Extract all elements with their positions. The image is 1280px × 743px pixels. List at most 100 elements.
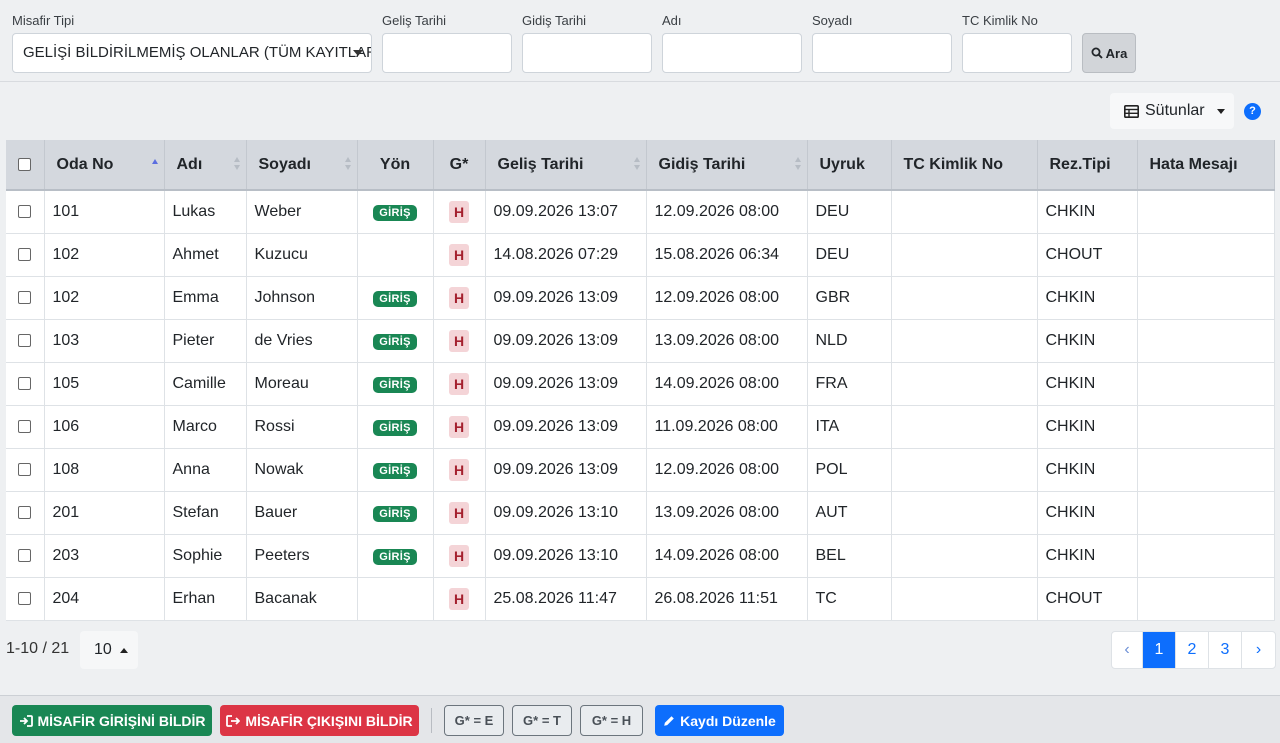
tc-no-cell bbox=[891, 319, 1038, 363]
g-badge: H bbox=[449, 372, 469, 395]
table-row[interactable]: 105 Camille Moreau GİRİŞ H 09.09.2026 13:09 14… bbox=[6, 362, 1275, 406]
tc-no-cell bbox=[891, 405, 1038, 449]
header-room-no[interactable]: Oda No bbox=[44, 140, 165, 191]
table-row[interactable]: 103 Pieter de Vries GİRİŞ H 09.09.2026 13:09 1… bbox=[6, 319, 1275, 363]
error-message-cell bbox=[1137, 362, 1275, 406]
error-message-cell bbox=[1137, 405, 1275, 449]
header-label: Soyadı bbox=[258, 155, 311, 173]
row-select-cell bbox=[6, 319, 45, 363]
table-toolbar: Sütunlar ? bbox=[1110, 93, 1270, 129]
table-row[interactable]: 102 Ahmet Kuzucu H 14.08.2026 07:29 15.08.202… bbox=[6, 233, 1275, 277]
direction-cell: GİRİŞ bbox=[357, 190, 434, 234]
select-all-cell bbox=[6, 140, 45, 191]
arrival-date-cell: 09.09.2026 13:09 bbox=[485, 276, 647, 320]
departure-date-cell: 13.09.2026 08:00 bbox=[646, 491, 808, 535]
row-checkbox[interactable] bbox=[18, 333, 32, 347]
table-row[interactable]: 102 Emma Johnson GİRİŞ H 09.09.2026 13:09 12.0… bbox=[6, 276, 1275, 320]
header-last-name[interactable]: Soyadı bbox=[246, 140, 358, 191]
g-badge: H bbox=[449, 458, 469, 481]
table-row[interactable]: 101 Lukas Weber GİRİŞ H 09.09.2026 13:07 12.09… bbox=[6, 190, 1275, 234]
columns-dropdown-button[interactable]: Sütunlar bbox=[1110, 93, 1234, 129]
first-name-cell: Erhan bbox=[164, 577, 247, 621]
report-checkout-label: MİSAFİR ÇIKIŞINI BİLDİR bbox=[245, 712, 413, 729]
select-all-checkbox[interactable] bbox=[18, 157, 32, 171]
last-name-input[interactable] bbox=[812, 33, 952, 73]
first-name-cell: Camille bbox=[164, 362, 247, 406]
direction-cell: GİRİŞ bbox=[357, 491, 434, 535]
sort-asc-icon bbox=[151, 157, 158, 171]
report-checkout-button[interactable]: MİSAFİR ÇIKIŞINI BİLDİR bbox=[220, 705, 419, 736]
header-arrival-date[interactable]: Geliş Tarihi bbox=[485, 140, 647, 191]
guest-type-select[interactable]: GELİŞİ BİLDİRİLMEMİŞ OLANLAR (TÜM KAYITL… bbox=[12, 33, 372, 73]
page-3-button[interactable]: 3 bbox=[1209, 632, 1242, 668]
row-checkbox[interactable] bbox=[18, 462, 32, 476]
row-checkbox[interactable] bbox=[18, 290, 32, 304]
guest-type-label: Misafir Tipi bbox=[12, 13, 75, 28]
row-select-cell bbox=[6, 491, 45, 535]
last-name-cell: Johnson bbox=[246, 276, 358, 320]
sort-icon bbox=[344, 157, 351, 171]
arrival-date-input[interactable] bbox=[382, 33, 512, 73]
table-row[interactable]: 203 Sophie Peeters GİRİŞ H 09.09.2026 13:10 14… bbox=[6, 534, 1275, 578]
row-checkbox[interactable] bbox=[18, 548, 32, 562]
rez-type-cell: CHKIN bbox=[1037, 405, 1138, 449]
page-size-dropdown[interactable]: 10 bbox=[80, 631, 138, 669]
page-1-button[interactable]: 1 bbox=[1143, 632, 1176, 668]
edit-record-button[interactable]: Kaydı Düzenle bbox=[655, 705, 784, 736]
row-checkbox[interactable] bbox=[18, 376, 32, 390]
report-checkin-button[interactable]: MİSAFİR GİRİŞİNİ BİLDİR bbox=[12, 705, 212, 736]
table-row[interactable]: 201 Stefan Bauer GİRİŞ H 09.09.2026 13:10 13.0… bbox=[6, 491, 1275, 535]
sign-in-icon bbox=[19, 714, 33, 727]
first-name-cell: Sophie bbox=[164, 534, 247, 578]
row-checkbox[interactable] bbox=[18, 247, 32, 261]
header-direction: Yön bbox=[357, 140, 434, 191]
g-badge: H bbox=[449, 544, 469, 567]
first-name-input[interactable] bbox=[662, 33, 802, 73]
departure-date-cell: 12.09.2026 08:00 bbox=[646, 448, 808, 492]
g-badge: H bbox=[449, 587, 469, 610]
room-no-cell: 105 bbox=[44, 362, 165, 406]
caret-up-icon bbox=[119, 647, 128, 653]
header-departure-date[interactable]: Gidiş Tarihi bbox=[646, 140, 808, 191]
departure-date-cell: 13.09.2026 08:00 bbox=[646, 319, 808, 363]
direction-badge: GİRİŞ bbox=[373, 548, 417, 565]
departure-date-filter: Gidiş Tarihi bbox=[522, 13, 652, 73]
row-checkbox[interactable] bbox=[18, 419, 32, 433]
first-name-cell: Stefan bbox=[164, 491, 247, 535]
guest-type-filter: Misafir Tipi GELİŞİ BİLDİRİLMEMİŞ OLANLA… bbox=[12, 13, 372, 73]
help-icon[interactable]: ? bbox=[1244, 103, 1261, 120]
next-page-button[interactable]: › bbox=[1242, 632, 1275, 668]
departure-date-label: Gidiş Tarihi bbox=[522, 13, 587, 28]
set-g-e-button[interactable]: G* = E bbox=[444, 705, 504, 736]
prev-page-button[interactable]: ‹ bbox=[1112, 632, 1143, 668]
table-row[interactable]: 108 Anna Nowak GİRİŞ H 09.09.2026 13:09 12.09.… bbox=[6, 448, 1275, 492]
departure-date-input[interactable] bbox=[522, 33, 652, 73]
last-name-cell: Bauer bbox=[246, 491, 358, 535]
arrival-date-cell: 09.09.2026 13:09 bbox=[485, 448, 647, 492]
row-checkbox[interactable] bbox=[18, 505, 32, 519]
g-badge: H bbox=[449, 415, 469, 438]
first-name-cell: Ahmet bbox=[164, 233, 247, 277]
row-checkbox[interactable] bbox=[18, 205, 32, 219]
action-footer: MİSAFİR GİRİŞİNİ BİLDİR MİSAFİR ÇIKIŞINI… bbox=[0, 695, 1280, 743]
table-icon bbox=[1124, 104, 1139, 118]
header-label: G* bbox=[449, 155, 469, 173]
tc-no-filter: TC Kimlik No bbox=[962, 13, 1072, 73]
row-checkbox[interactable] bbox=[18, 591, 32, 605]
room-no-cell: 102 bbox=[44, 276, 165, 320]
row-select-cell bbox=[6, 190, 45, 234]
rez-type-cell: CHKIN bbox=[1037, 190, 1138, 234]
set-g-h-button[interactable]: G* = H bbox=[580, 705, 643, 736]
page-2-button[interactable]: 2 bbox=[1176, 632, 1209, 668]
header-first-name[interactable]: Adı bbox=[164, 140, 247, 191]
record-range: 1-10 / 21 bbox=[6, 640, 70, 657]
table-row[interactable]: 106 Marco Rossi GİRİŞ H 09.09.2026 13:09 11.09… bbox=[6, 405, 1275, 449]
sort-icon bbox=[233, 157, 240, 171]
table-row[interactable]: 204 Erhan Bacanak H 25.08.2026 11:47 26.08.20… bbox=[6, 577, 1275, 621]
search-button[interactable]: Ara bbox=[1082, 33, 1136, 73]
direction-badge: GİRİŞ bbox=[373, 376, 417, 393]
set-g-t-button[interactable]: G* = T bbox=[512, 705, 572, 736]
nationality-cell: AUT bbox=[807, 491, 892, 535]
tc-no-input[interactable] bbox=[962, 33, 1072, 73]
header-label: Yön bbox=[379, 155, 411, 173]
